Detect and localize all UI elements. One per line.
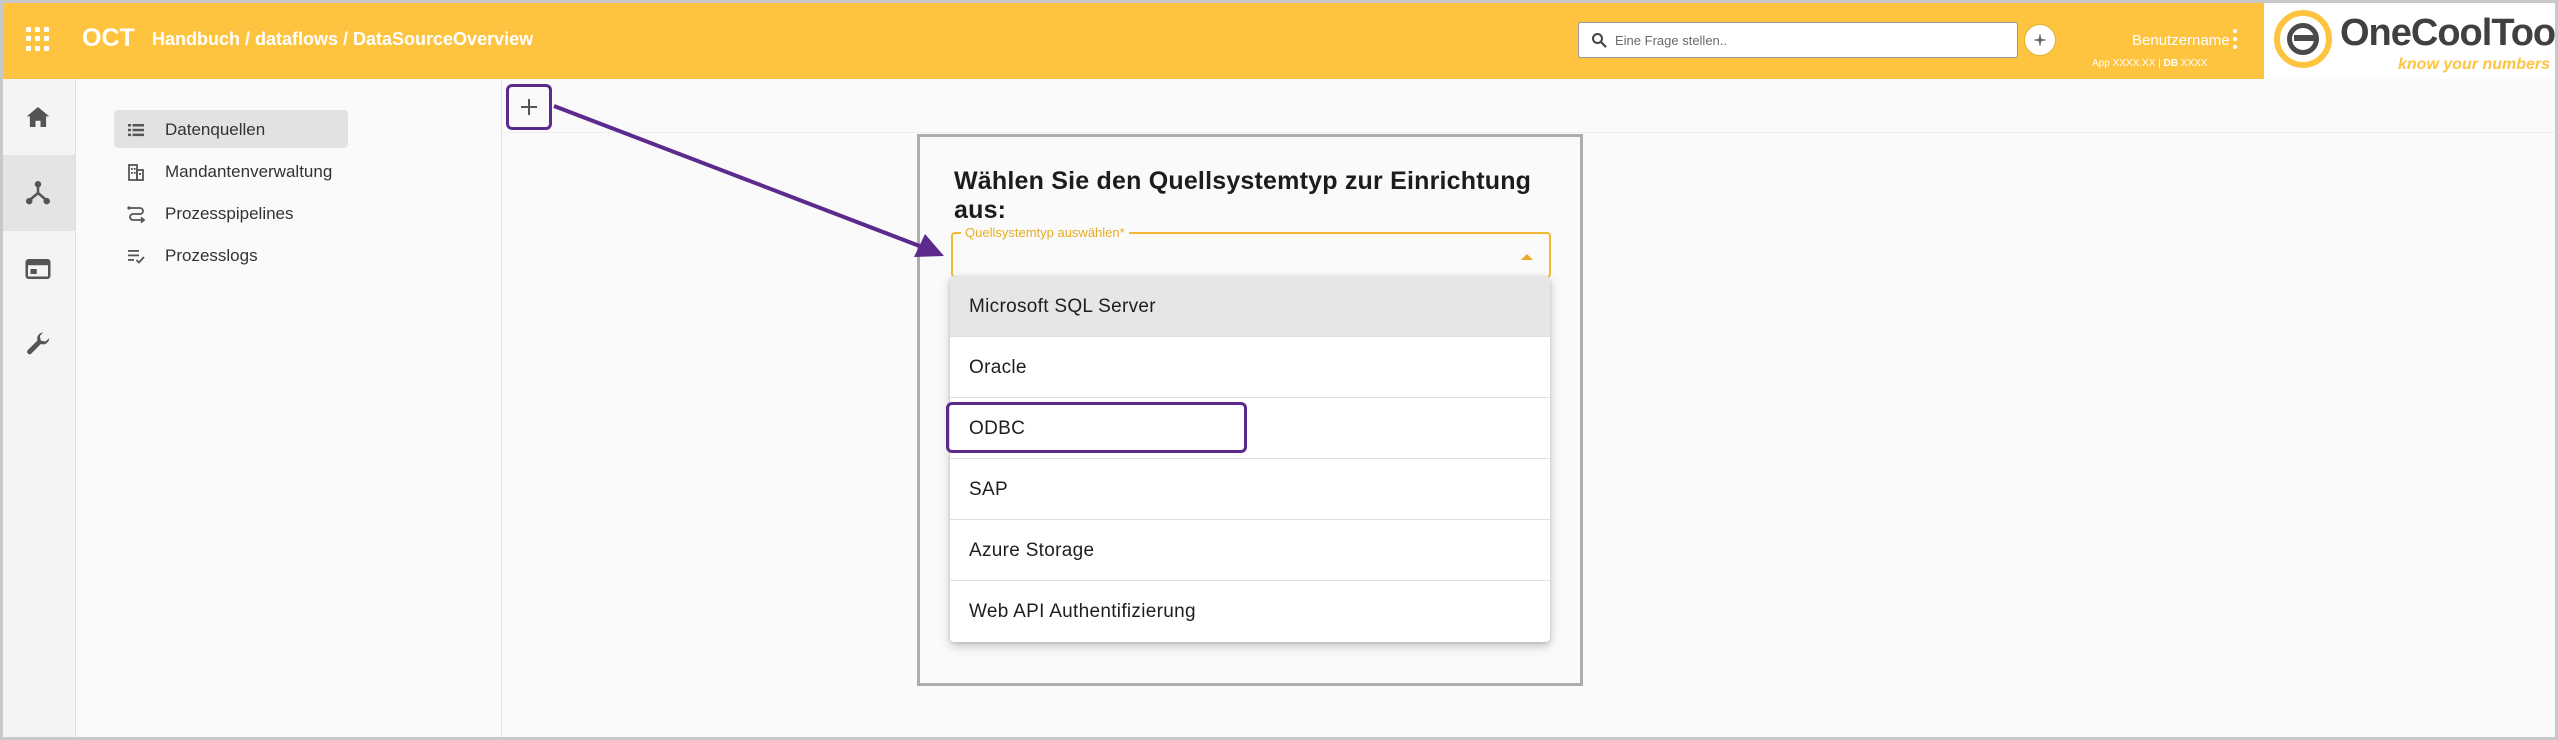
version-separator: |	[2155, 58, 2164, 69]
app-name[interactable]: OCT	[82, 24, 135, 53]
nav-panel: Datenquellen Mandantenverwaltung Prozess…	[76, 79, 502, 740]
left-rail	[0, 79, 76, 740]
source-type-select[interactable]: Quellsystemtyp auswählen*	[951, 225, 1551, 278]
option-label: Oracle	[969, 357, 1027, 378]
option-web-api[interactable]: Web API Authentifizierung	[950, 581, 1550, 642]
content-divider	[503, 132, 2555, 133]
username[interactable]: Benutzername	[2132, 32, 2230, 49]
rail-item-dataflows[interactable]	[0, 155, 75, 231]
rail-item-windows[interactable]	[0, 231, 75, 307]
brand-logo: OneCoolTool know your numbers	[2264, 0, 2558, 79]
nav-item-label: Prozesspipelines	[165, 204, 294, 223]
option-sap[interactable]: SAP	[950, 459, 1550, 520]
option-label: SAP	[969, 479, 1008, 500]
nav-item-prozesspipelines[interactable]: Prozesspipelines	[114, 194, 348, 232]
version-db-value: XXXX	[2180, 58, 2208, 69]
window-icon	[25, 259, 50, 279]
logo-name: OneCoolTool	[2340, 12, 2558, 54]
option-odbc[interactable]: ODBC	[950, 398, 1550, 459]
option-label: Azure Storage	[969, 540, 1095, 561]
sparkle-icon	[2033, 33, 2047, 47]
option-label: ODBC	[969, 418, 1026, 439]
version-app-label: App	[2092, 58, 2110, 69]
plus-icon	[521, 99, 537, 115]
version-db-label: DB	[2163, 58, 2178, 69]
breadcrumb: Handbuch / dataflows / DataSourceOvervie…	[152, 29, 534, 49]
rail-item-tools[interactable]	[0, 307, 75, 383]
nav-item-datenquellen[interactable]: Datenquellen	[114, 110, 348, 148]
pipeline-icon	[126, 204, 146, 224]
search-icon	[1591, 32, 1607, 48]
nav-item-label: Prozesslogs	[165, 246, 258, 265]
source-type-dropdown: Microsoft SQL Server Oracle ODBC SAP Azu…	[950, 276, 1550, 642]
home-icon	[26, 107, 49, 127]
top-bar: OCT Handbuch / dataflows / DataSourceOve…	[0, 0, 2558, 79]
building-icon	[126, 162, 146, 182]
add-datasource-button[interactable]	[506, 84, 552, 130]
option-mssql[interactable]: Microsoft SQL Server	[950, 276, 1550, 337]
more-vert-icon[interactable]	[2232, 29, 2238, 49]
version-info: App XXXX.XX | DB XXXX	[2092, 58, 2207, 69]
version-app-value: XXXX.XX	[2112, 58, 2156, 69]
search-placeholder: Eine Frage stellen..	[1615, 33, 1728, 48]
arrow-up-icon[interactable]	[1521, 254, 1533, 260]
nav-item-label: Datenquellen	[165, 120, 266, 139]
list-icon	[126, 120, 146, 140]
apps-grid-icon[interactable]	[26, 27, 50, 51]
select-label: Quellsystemtyp auswählen*	[961, 225, 1129, 240]
checklist-icon	[126, 246, 146, 266]
nav-item-label: Mandantenverwaltung	[165, 162, 333, 181]
logo-tagline: know your numbers	[2398, 56, 2551, 73]
logo-mark-icon	[2274, 10, 2332, 68]
option-label: Web API Authentifizierung	[969, 601, 1196, 622]
dialog-title: Wählen Sie den Quellsystemtyp zur Einric…	[954, 167, 1532, 224]
rail-item-home[interactable]	[0, 79, 75, 155]
dataflow-icon	[25, 181, 50, 205]
option-oracle[interactable]: Oracle	[950, 337, 1550, 398]
ai-assistant-button[interactable]	[2024, 24, 2056, 56]
wrench-icon	[26, 332, 49, 355]
nav-item-prozesslogs[interactable]: Prozesslogs	[114, 236, 348, 274]
search-input[interactable]: Eine Frage stellen..	[1578, 22, 2018, 58]
option-azure-storage[interactable]: Azure Storage	[950, 520, 1550, 581]
option-label: Microsoft SQL Server	[969, 296, 1156, 317]
nav-item-mandantenverwaltung[interactable]: Mandantenverwaltung	[114, 152, 348, 190]
